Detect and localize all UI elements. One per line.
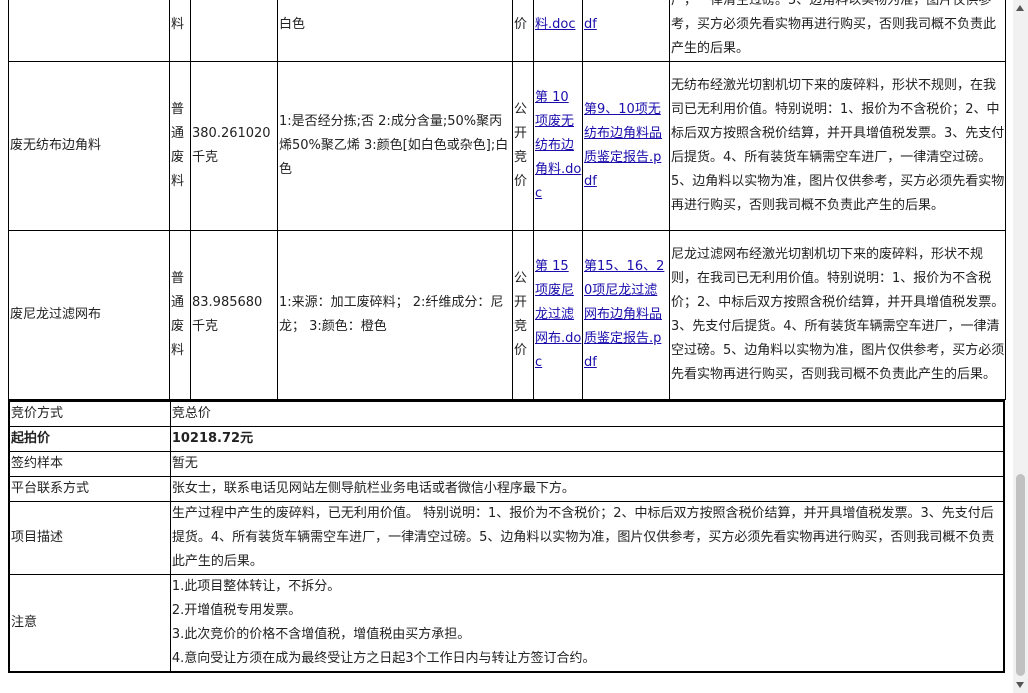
scroll-up-arrow-icon[interactable] — [1016, 5, 1024, 11]
item-spec: 1:来源：加工废碎料； 2:纤维成分：尼龙； 3:颜色：橙色 — [277, 230, 513, 400]
info-row-bid-method: 竞价方式 竞总价 — [8, 400, 1005, 427]
item-spec: 1:是否经分拣;否 2:成分含量;50%聚丙烯50%聚乙烯 3:颜色[如白色或杂… — [277, 61, 513, 231]
item-type: 普通废料 — [169, 61, 191, 231]
item-method: 公开竞价 — [512, 230, 534, 400]
table-row: 废无纺布边角料 普通废料 380.261020千克 1:是否经分拣;否 2:成分… — [8, 61, 1006, 231]
table-row: 废尼龙过滤网布 普通废料 83.985680 千克 1:来源：加工废碎料； 2:… — [8, 230, 1006, 400]
info-row-contract: 签约样本 暂无 — [8, 451, 1005, 477]
contact-label: 平台联系方式 — [8, 476, 171, 502]
contract-label: 签约样本 — [8, 451, 171, 477]
notice-list: 1.此项目整体转让，不拆分。 2.开增值税专用发票。 3.此次竞价的价格不含增值… — [169, 574, 1005, 673]
vertical-scrollbar[interactable] — [1013, 0, 1028, 693]
item-doc-link[interactable]: 第 10 项废无纺布边角料.doc — [535, 90, 581, 201]
info-table: 竞价方式 竞总价 起拍价 10218.72元 签约样本 暂无 平台联系方式 张女… — [8, 400, 1005, 673]
scrollbar-thumb[interactable] — [1016, 474, 1025, 676]
item-report-link[interactable]: df — [584, 17, 597, 32]
item-report-link[interactable]: 第9、10项无纺布边角料品质鉴定报告.pdf — [584, 102, 662, 189]
page-viewport: 料 白色 价 料.doc df 厂，一律清空过磅。5、边角料以实物为准，图片仅供… — [0, 0, 1013, 693]
table-row: 料 白色 价 料.doc df 厂，一律清空过磅。5、边角料以实物为准，图片仅供… — [8, 0, 1006, 62]
item-doc-link[interactable]: 第 15 项废尼龙过滤网布.doc — [535, 259, 581, 370]
start-price-label: 起拍价 — [8, 426, 171, 452]
items-table: 料 白色 价 料.doc df 厂，一律清空过磅。5、边角料以实物为准，图片仅供… — [8, 0, 1006, 400]
description-label: 项目描述 — [8, 501, 171, 575]
notice-label: 注意 — [8, 574, 171, 673]
item-spec: 白色 — [277, 0, 513, 62]
description-value: 生产过程中产生的废碎料，已无利用价值。 特别说明：1、报价为不含税价；2、中标后… — [169, 501, 1005, 575]
contract-value: 暂无 — [169, 451, 1005, 477]
notice-item: 4.意向受让方须在成为最终受让方之日起3个工作日内与转让方签订合约。 — [171, 651, 596, 666]
bid-method-label: 竞价方式 — [8, 400, 171, 427]
info-row-start-price: 起拍价 10218.72元 — [8, 426, 1005, 452]
scroll-down-arrow-icon[interactable] — [1016, 682, 1024, 688]
item-qty: 83.985680 千克 — [190, 230, 278, 400]
item-name — [8, 0, 170, 62]
item-desc: 无纺布经激光切割机切下来的废碎料，形状不规则，在我司已无利用价值。特别说明：1、… — [669, 61, 1006, 231]
notice-item: 1.此项目整体转让，不拆分。 — [171, 579, 341, 594]
notice-item: 3.此次竞价的价格不含增值税，增值税由买方承担。 — [171, 627, 471, 642]
item-type: 料 — [169, 0, 191, 62]
item-name: 废无纺布边角料 — [8, 61, 170, 231]
info-row-notice: 注意 1.此项目整体转让，不拆分。 2.开增值税专用发票。 3.此次竞价的价格不… — [8, 574, 1005, 673]
item-method: 价 — [512, 0, 534, 62]
info-row-description: 项目描述 生产过程中产生的废碎料，已无利用价值。 特别说明：1、报价为不含税价；… — [8, 501, 1005, 575]
item-method: 公开竞价 — [512, 61, 534, 231]
item-desc: 尼龙过滤网布经激光切割机切下来的废碎料，形状不规则，在我司已无利用价值。特别说明… — [669, 230, 1006, 400]
bid-method-value: 竞总价 — [169, 400, 1005, 427]
item-qty: 380.261020千克 — [190, 61, 278, 231]
item-desc: 厂，一律清空过磅。5、边角料以实物为准，图片仅供参考，买方必须先看实物再进行购买… — [669, 0, 1006, 62]
info-row-contact: 平台联系方式 张女士，联系电话见网站左侧导航栏业务电话或者微信小程序最下方。 — [8, 476, 1005, 502]
start-price-value: 10218.72元 — [169, 426, 1005, 452]
notice-item: 2.开增值税专用发票。 — [171, 603, 302, 618]
item-qty — [190, 0, 278, 62]
item-doc-link[interactable]: 料.doc — [535, 17, 576, 32]
contact-value: 张女士，联系电话见网站左侧导航栏业务电话或者微信小程序最下方。 — [169, 476, 1005, 502]
item-type: 普通废料 — [169, 230, 191, 400]
item-report-link[interactable]: 第15、16、20项尼龙过滤网布边角料品质鉴定报告.pdf — [584, 259, 664, 370]
item-name: 废尼龙过滤网布 — [8, 230, 170, 400]
